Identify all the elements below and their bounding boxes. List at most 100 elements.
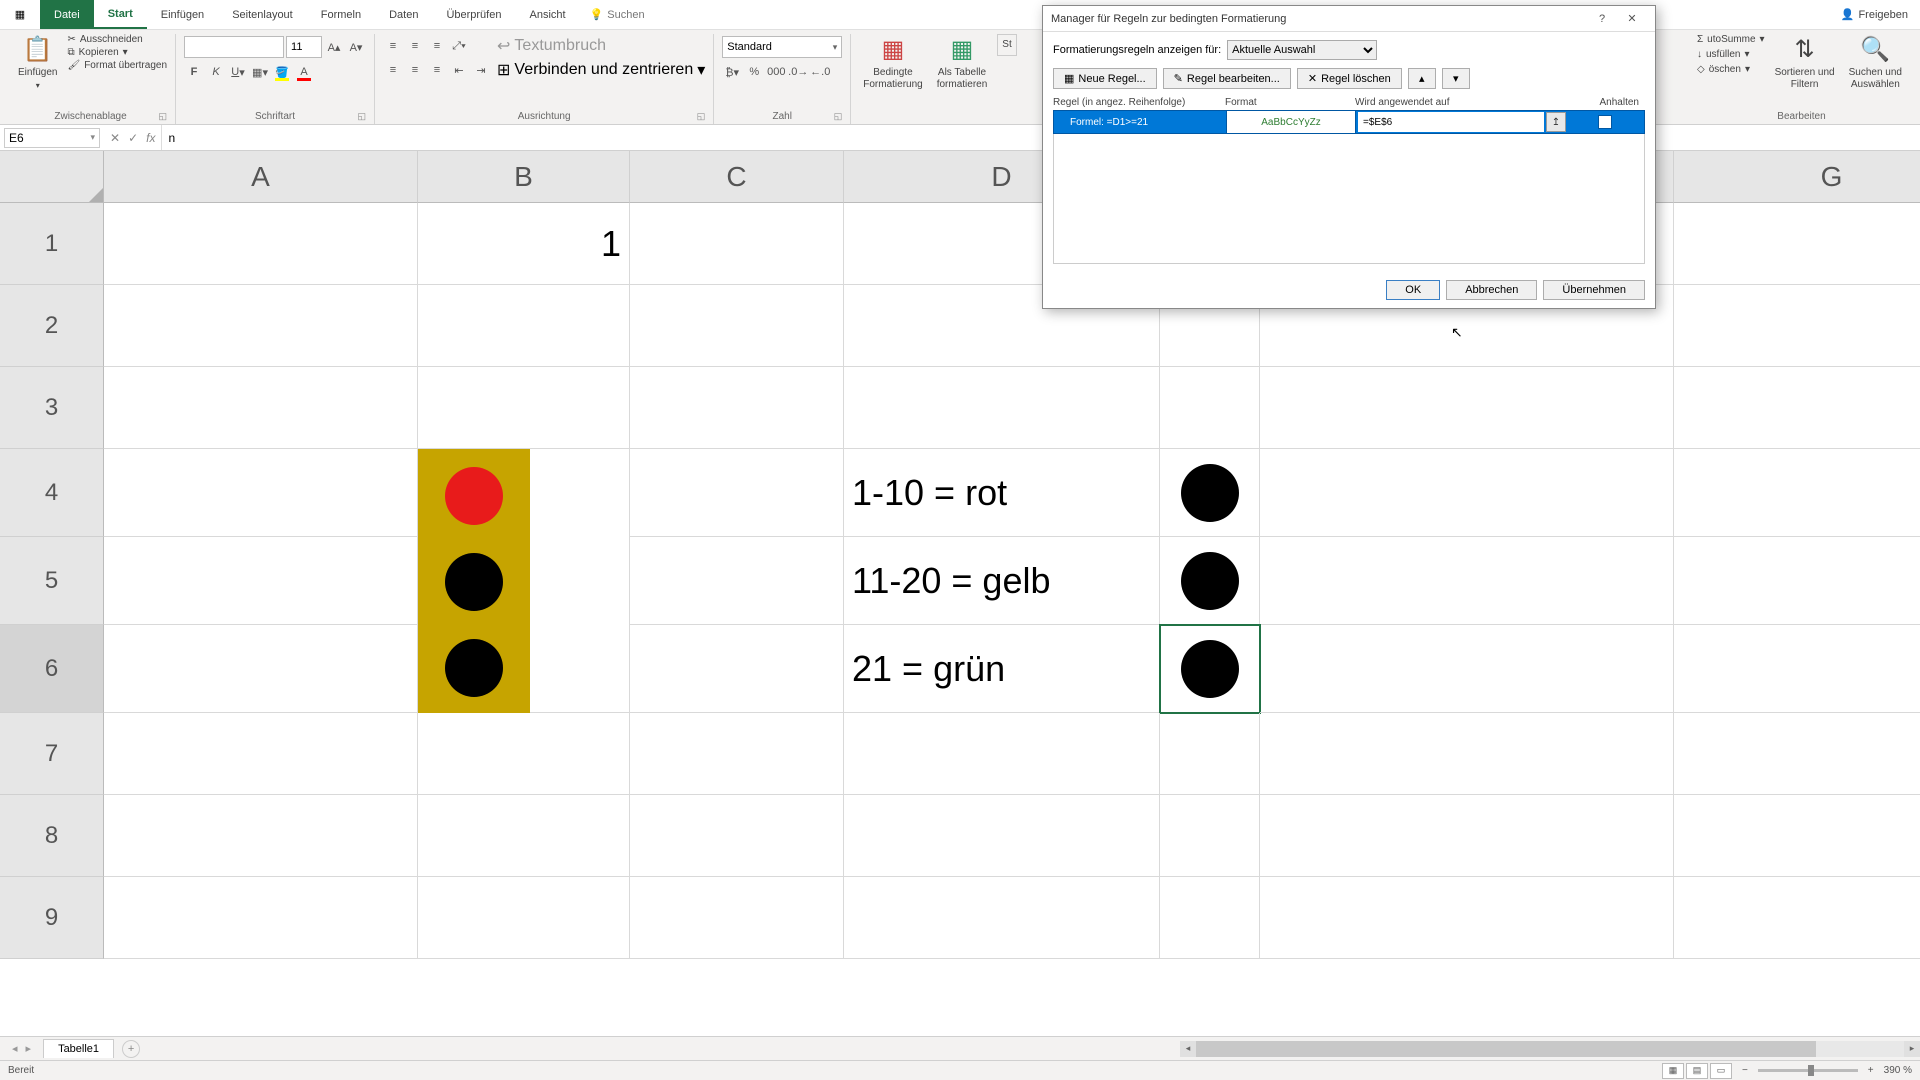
col-header-a[interactable]: A — [104, 151, 418, 203]
grow-font-button[interactable]: A▴ — [324, 37, 344, 57]
increase-indent-button[interactable]: ⇥ — [471, 60, 491, 80]
col-header-c[interactable]: C — [630, 151, 844, 203]
cancel-button[interactable]: Abbrechen — [1446, 280, 1537, 300]
underline-button[interactable]: U▾ — [228, 62, 248, 82]
cells[interactable]: 1 1-10 = rot 11-20 = gelb — [104, 203, 1920, 1036]
row-header-4[interactable]: 4 — [0, 449, 104, 537]
row-header-7[interactable]: 7 — [0, 713, 104, 795]
cell-a4[interactable] — [104, 449, 418, 537]
find-select-button[interactable]: 🔍Suchen und Auswählen — [1845, 34, 1906, 93]
cell-e8[interactable] — [1160, 795, 1260, 877]
cell-c7[interactable] — [630, 713, 844, 795]
cell-d5[interactable]: 11-20 = gelb — [844, 537, 1160, 625]
clear-button[interactable]: ◇ öschen ▾ — [1697, 64, 1765, 75]
paste-button[interactable]: 📋Einfügen▾ — [14, 34, 61, 92]
cell-b8[interactable] — [418, 795, 630, 877]
cell-f4[interactable] — [1260, 449, 1674, 537]
move-rule-up-button[interactable]: ▴ — [1408, 68, 1436, 89]
sheet-nav-next-icon[interactable]: ▸ — [26, 1042, 32, 1055]
zoom-out-button[interactable]: − — [1742, 1065, 1748, 1076]
cell-c6[interactable] — [630, 625, 844, 713]
tab-insert[interactable]: Einfügen — [147, 0, 218, 29]
show-rules-for-select[interactable]: Aktuelle Auswahl — [1227, 40, 1377, 60]
edit-rule-button[interactable]: ✎ Regel bearbeiten... — [1163, 68, 1291, 89]
format-table-button[interactable]: ▦Als Tabelle formatieren — [933, 34, 992, 93]
cell-d4[interactable]: 1-10 = rot — [844, 449, 1160, 537]
dialog-help-button[interactable]: ? — [1587, 13, 1617, 25]
new-rule-button[interactable]: ▦ Neue Regel... — [1053, 68, 1157, 89]
fx-icon[interactable]: fx — [146, 131, 155, 145]
formula-input[interactable] — [161, 125, 1920, 150]
cell-b1[interactable]: 1 — [418, 203, 630, 285]
cell-a3[interactable] — [104, 367, 418, 449]
tab-data[interactable]: Daten — [375, 0, 432, 29]
zoom-slider[interactable] — [1758, 1069, 1858, 1072]
cell-c4[interactable] — [630, 449, 844, 537]
cell-f5[interactable] — [1260, 537, 1674, 625]
row-header-2[interactable]: 2 — [0, 285, 104, 367]
decrease-decimal-button[interactable]: ←.0 — [810, 62, 830, 82]
cell-a8[interactable] — [104, 795, 418, 877]
cell-e4[interactable] — [1160, 449, 1260, 537]
add-sheet-button[interactable]: + — [122, 1040, 140, 1058]
cell-c1[interactable] — [630, 203, 844, 285]
cell-e9[interactable] — [1160, 877, 1260, 959]
merge-button[interactable]: ⊞ Verbinden und zentrieren ▾ — [497, 60, 705, 80]
traffic-light-shape[interactable] — [418, 449, 530, 713]
cell-d9[interactable] — [844, 877, 1160, 959]
number-format-select[interactable]: Standard — [722, 36, 842, 58]
cell-d3[interactable] — [844, 367, 1160, 449]
fill-button[interactable]: ↓ usfüllen ▾ — [1697, 49, 1765, 60]
cell-b7[interactable] — [418, 713, 630, 795]
apply-button[interactable]: Übernehmen — [1543, 280, 1645, 300]
cell-b3[interactable] — [418, 367, 630, 449]
page-break-view-button[interactable]: ▭ — [1710, 1063, 1732, 1079]
cell-c5[interactable] — [630, 537, 844, 625]
cell-b9[interactable] — [418, 877, 630, 959]
cell-f6[interactable] — [1260, 625, 1674, 713]
row-header-5[interactable]: 5 — [0, 537, 104, 625]
tell-me[interactable]: 💡Suchen — [590, 8, 645, 21]
tab-layout[interactable]: Seitenlayout — [218, 0, 307, 29]
range-picker-button[interactable]: ↥ — [1546, 112, 1566, 132]
cell-f7[interactable] — [1260, 713, 1674, 795]
cell-a6[interactable] — [104, 625, 418, 713]
cell-d6[interactable]: 21 = grün — [844, 625, 1160, 713]
tab-review[interactable]: Überprüfen — [432, 0, 515, 29]
share-button[interactable]: 👤Freigeben — [1841, 8, 1908, 21]
tab-file[interactable]: Datei — [40, 0, 94, 29]
row-header-8[interactable]: 8 — [0, 795, 104, 877]
row-header-6[interactable]: 6 — [0, 625, 104, 713]
cell-e7[interactable] — [1160, 713, 1260, 795]
zoom-level[interactable]: 390 % — [1884, 1065, 1912, 1076]
sheet-nav-prev-icon[interactable]: ◂ — [12, 1042, 18, 1055]
increase-decimal-button[interactable]: .0→ — [788, 62, 808, 82]
col-header-g[interactable]: G — [1674, 151, 1920, 203]
conditional-format-button[interactable]: ▦Bedingte Formatierung — [859, 34, 926, 93]
rule-range-input[interactable] — [1358, 112, 1544, 132]
zoom-in-button[interactable]: + — [1868, 1065, 1874, 1076]
cell-g8[interactable] — [1674, 795, 1920, 877]
row-header-9[interactable]: 9 — [0, 877, 104, 959]
number-launcher-icon[interactable]: ◱ — [834, 111, 843, 122]
sheet-tab-1[interactable]: Tabelle1 — [43, 1039, 114, 1058]
bold-button[interactable]: F — [184, 62, 204, 82]
select-all-button[interactable] — [0, 151, 104, 203]
cell-c2[interactable] — [630, 285, 844, 367]
cell-g4[interactable] — [1674, 449, 1920, 537]
cell-g2[interactable] — [1674, 285, 1920, 367]
tab-home[interactable]: Start — [94, 0, 147, 29]
cell-d8[interactable] — [844, 795, 1160, 877]
align-middle-button[interactable]: ≡ — [405, 36, 425, 56]
cell-a5[interactable] — [104, 537, 418, 625]
italic-button[interactable]: K — [206, 62, 226, 82]
col-header-b[interactable]: B — [418, 151, 630, 203]
percent-button[interactable]: % — [744, 62, 764, 82]
horizontal-scrollbar[interactable]: ◂▸ — [1180, 1041, 1920, 1057]
cell-g6[interactable] — [1674, 625, 1920, 713]
font-name-input[interactable] — [184, 36, 284, 58]
row-header-3[interactable]: 3 — [0, 367, 104, 449]
align-top-button[interactable]: ≡ — [383, 36, 403, 56]
cell-g3[interactable] — [1674, 367, 1920, 449]
align-center-button[interactable]: ≡ — [405, 60, 425, 80]
